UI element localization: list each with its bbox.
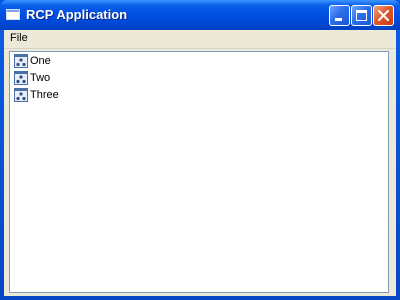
tree-item-label: Two [30,72,51,84]
menu-bar: File [4,30,396,49]
tree-view[interactable]: One Two Three [9,51,389,293]
close-icon [378,10,389,21]
title-bar[interactable]: RCP Application [0,0,400,30]
tree-item-label: Three [30,89,59,101]
window-icon[interactable] [6,9,20,20]
tree-item-label: One [30,55,51,67]
tree-item-three[interactable]: Three [14,87,59,103]
menu-file[interactable]: File [9,32,29,44]
client-area: File One Two Three [4,30,396,296]
tree-item-one[interactable]: One [14,53,51,69]
window-title: RCP Application [26,7,128,22]
minimize-button[interactable] [329,5,350,26]
app-window: RCP Application File One Two Three [0,0,400,300]
maximize-button[interactable] [351,5,372,26]
element-icon [14,88,28,102]
element-icon [14,71,28,85]
element-icon [14,54,28,68]
close-button[interactable] [373,5,394,26]
tree-item-two[interactable]: Two [14,70,50,86]
